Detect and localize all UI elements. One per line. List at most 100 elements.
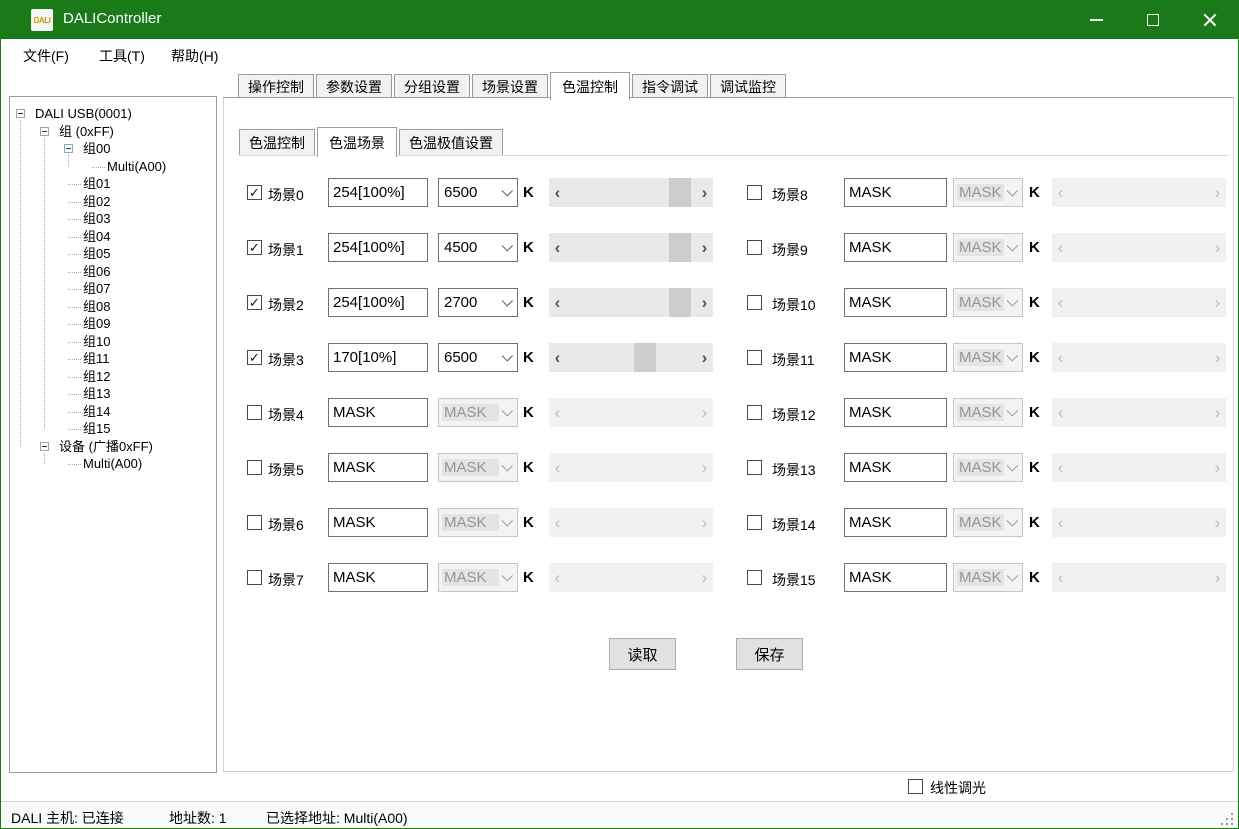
tree-item-组09[interactable]: 组09 [83,316,110,333]
scene-enable-checkbox[interactable] [747,515,762,530]
scene-level-input[interactable] [844,343,947,372]
scene-level-input[interactable] [844,178,947,207]
subtab-色温场景[interactable]: 色温场景 [317,127,397,157]
temp-scrollbar[interactable]: ‹ › [549,343,713,372]
scene-level-input[interactable] [844,233,947,262]
tree-item-组06[interactable]: 组06 [83,264,110,281]
tree-expander-icon[interactable] [64,144,73,153]
scene-enable-checkbox[interactable] [747,240,762,255]
scene-level-input[interactable] [328,508,428,537]
tree-item-组12[interactable]: 组12 [83,369,110,386]
chevron-down-icon [1004,244,1022,252]
tab-分组设置[interactable]: 分组设置 [394,74,470,98]
scene-level-input[interactable] [844,288,947,317]
maximize-button[interactable] [1130,1,1176,39]
temp-scrollbar[interactable]: ‹ › [549,178,713,207]
menu-item-3[interactable]: 帮助(H) [171,46,218,66]
tree-item-组11[interactable]: 组11 [83,351,110,368]
scene-level-input[interactable] [328,233,428,262]
scene-enable-checkbox[interactable]: ✓ [247,185,262,200]
scene-label: 场景15 [772,570,816,590]
scene-temp-dropdown[interactable]: 2700 [438,288,518,317]
tree-item-组15[interactable]: 组15 [83,421,110,438]
tab-操作控制[interactable]: 操作控制 [238,74,314,98]
scene-level-input[interactable] [328,343,428,372]
tab-page-border [1233,97,1234,771]
subtab-色温控制[interactable]: 色温控制 [239,129,315,155]
scroll-left-icon: ‹ [1052,288,1069,317]
tree-item-设备 (广播0xFF)[interactable]: 设备 (广播0xFF) [59,439,153,456]
tree-item-组 (0xFF)[interactable]: 组 (0xFF) [59,124,114,141]
tree-item-DALI USB(0001)[interactable]: DALI USB(0001) [35,106,132,123]
tree-item-组00[interactable]: 组00 [83,141,110,158]
minimize-button[interactable] [1073,1,1119,39]
tree-item-组04[interactable]: 组04 [83,229,110,246]
read-button[interactable]: 读取 [609,638,676,670]
tree-item-组05[interactable]: 组05 [83,246,110,263]
linear-dimming-checkbox[interactable] [908,779,923,794]
scene-temp-dropdown[interactable]: 6500 [438,343,518,372]
tab-指令调试[interactable]: 指令调试 [632,74,708,98]
scene-enable-checkbox[interactable]: ✓ [247,350,262,365]
scrollbar-thumb[interactable] [669,233,691,262]
sub-tab-strip: 色温控制色温场景色温极值设置 [239,129,505,157]
scrollbar-thumb[interactable] [634,343,656,372]
scene-enable-checkbox[interactable] [747,570,762,585]
scene-enable-checkbox[interactable] [747,185,762,200]
menu-item-1[interactable]: 文件(F) [23,46,69,66]
scroll-right-icon: › [1209,288,1226,317]
temp-scrollbar[interactable]: ‹ › [549,233,713,262]
scene-temp-dropdown[interactable]: 4500 [438,233,518,262]
tab-调试监控[interactable]: 调试监控 [710,74,786,98]
scene-enable-checkbox[interactable] [747,405,762,420]
tree-item-组02[interactable]: 组02 [83,194,110,211]
save-button[interactable]: 保存 [736,638,803,670]
scene-enable-checkbox[interactable] [747,460,762,475]
scene-enable-checkbox[interactable]: ✓ [247,295,262,310]
scene-level-input[interactable] [328,178,428,207]
menu-item-2[interactable]: 工具(T) [99,46,145,66]
close-button[interactable] [1187,1,1233,39]
scrollbar-thumb[interactable] [669,288,691,317]
tree-item-组14[interactable]: 组14 [83,404,110,421]
scene-level-input[interactable] [844,453,947,482]
temp-scrollbar[interactable]: ‹ › [549,288,713,317]
scene-level-input[interactable] [328,563,428,592]
scene-enable-checkbox[interactable] [247,460,262,475]
scrollbar-thumb[interactable] [669,178,691,207]
resize-grip-icon[interactable] [1231,823,1233,825]
scene-level-input[interactable] [328,288,428,317]
scene-level-input[interactable] [328,398,428,427]
tree-expander-icon[interactable] [40,127,49,136]
scene-level-input[interactable] [844,563,947,592]
tab-参数设置[interactable]: 参数设置 [316,74,392,98]
tree-item-组13[interactable]: 组13 [83,386,110,403]
scroll-right-icon: › [1209,508,1226,537]
scene-label: 场景2 [268,295,304,315]
tree-item-组07[interactable]: 组07 [83,281,110,298]
scene-level-input[interactable] [844,508,947,537]
tree-item-组01[interactable]: 组01 [83,176,110,193]
tree-expander-icon[interactable] [40,442,49,451]
scroll-left-icon: ‹ [549,508,566,537]
scene-enable-checkbox[interactable] [247,570,262,585]
tree-expander-icon[interactable] [16,109,25,118]
subtab-色温极值设置[interactable]: 色温极值设置 [399,129,503,155]
scene-temp-dropdown[interactable]: 6500 [438,178,518,207]
tab-场景设置[interactable]: 场景设置 [472,74,548,98]
tree-item-Multi(A00)[interactable]: Multi(A00) [107,159,166,176]
scene-level-input[interactable] [328,453,428,482]
scene-enable-checkbox[interactable] [247,515,262,530]
tree-item-组03[interactable]: 组03 [83,211,110,228]
scene-level-input[interactable] [844,398,947,427]
scene-enable-checkbox[interactable] [247,405,262,420]
scroll-left-icon: ‹ [1052,563,1069,592]
tree-item-Multi(A00)[interactable]: Multi(A00) [83,456,142,473]
tree-item-组10[interactable]: 组10 [83,334,110,351]
tab-色温控制[interactable]: 色温控制 [550,72,630,100]
scene-enable-checkbox[interactable] [747,295,762,310]
chevron-down-icon [499,189,517,197]
scene-enable-checkbox[interactable] [747,350,762,365]
tree-item-组08[interactable]: 组08 [83,299,110,316]
scene-enable-checkbox[interactable]: ✓ [247,240,262,255]
